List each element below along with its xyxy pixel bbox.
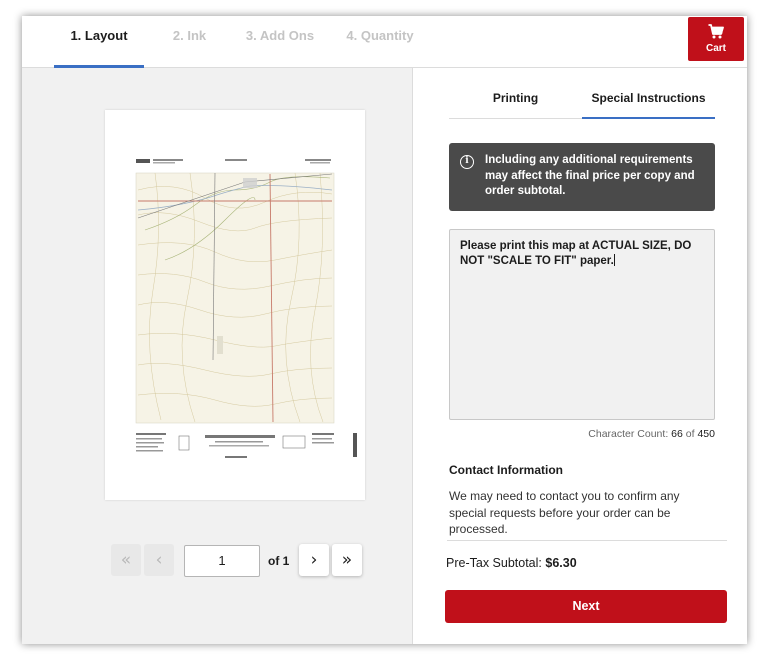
tab-printing[interactable]: Printing xyxy=(449,91,582,119)
char-count-of: of xyxy=(685,428,695,440)
app-window: 1. Layout 2. Ink 3. Add Ons 4. Quantity … xyxy=(22,16,747,644)
text-caret xyxy=(613,253,615,266)
cart-label: Cart xyxy=(705,43,726,54)
step-add-ons[interactable]: 3. Add Ons xyxy=(238,16,322,68)
char-count-label: Character Count: xyxy=(588,428,669,440)
info-icon: i xyxy=(460,155,474,169)
subtotal-value: $6.30 xyxy=(545,556,577,570)
map-preview xyxy=(105,110,365,500)
last-page-button[interactable]: » xyxy=(332,544,362,576)
char-count-max: 450 xyxy=(697,428,715,440)
step-add-ons-label: 3. Add Ons xyxy=(245,28,315,43)
special-instructions-textarea[interactable]: Please print this map at ACTUAL SIZE, DO… xyxy=(449,229,715,420)
contact-info-text: We may need to contact you to confirm an… xyxy=(449,489,680,536)
char-count-current: 66 xyxy=(671,428,683,440)
notice-text: Including any additional requirements ma… xyxy=(485,154,695,197)
options-pane: Printing Special Instructions i Includin… xyxy=(414,68,747,644)
instructions-value: Please print this map at ACTUAL SIZE, DO… xyxy=(460,240,692,267)
step-layout-label: 1. Layout xyxy=(70,28,128,43)
step-quantity-label: 4. Quantity xyxy=(346,28,414,43)
pricing-notice: i Including any additional requirements … xyxy=(449,143,715,211)
preview-pane: « ‹ 1 of 1 › » xyxy=(22,68,413,644)
cart-icon xyxy=(708,24,724,39)
step-ink-label: 2. Ink xyxy=(172,28,207,43)
page-number-input[interactable]: 1 xyxy=(184,545,260,577)
step-ink[interactable]: 2. Ink xyxy=(162,16,217,68)
active-tab-underline xyxy=(582,117,715,119)
step-quantity[interactable]: 4. Quantity xyxy=(333,16,427,68)
tab-special-instructions[interactable]: Special Instructions xyxy=(582,91,715,119)
next-page-button[interactable]: › xyxy=(299,544,329,576)
topographic-map-thumbnail xyxy=(135,159,357,458)
page-total-label: of 1 xyxy=(268,554,290,568)
contact-info-heading: Contact Information xyxy=(449,463,563,477)
first-page-button[interactable]: « xyxy=(111,544,141,576)
previous-page-button[interactable]: ‹ xyxy=(144,544,174,576)
step-navigation: 1. Layout 2. Ink 3. Add Ons 4. Quantity … xyxy=(22,16,747,68)
step-layout[interactable]: 1. Layout xyxy=(54,16,144,68)
character-count: Character Count: 66 of 450 xyxy=(449,428,715,440)
subtotal: Pre-Tax Subtotal: $6.30 xyxy=(446,556,577,570)
next-button[interactable]: Next xyxy=(445,590,727,623)
section-divider xyxy=(447,540,727,541)
cart-button[interactable]: Cart xyxy=(688,17,744,61)
subtotal-label: Pre-Tax Subtotal: xyxy=(446,556,542,570)
